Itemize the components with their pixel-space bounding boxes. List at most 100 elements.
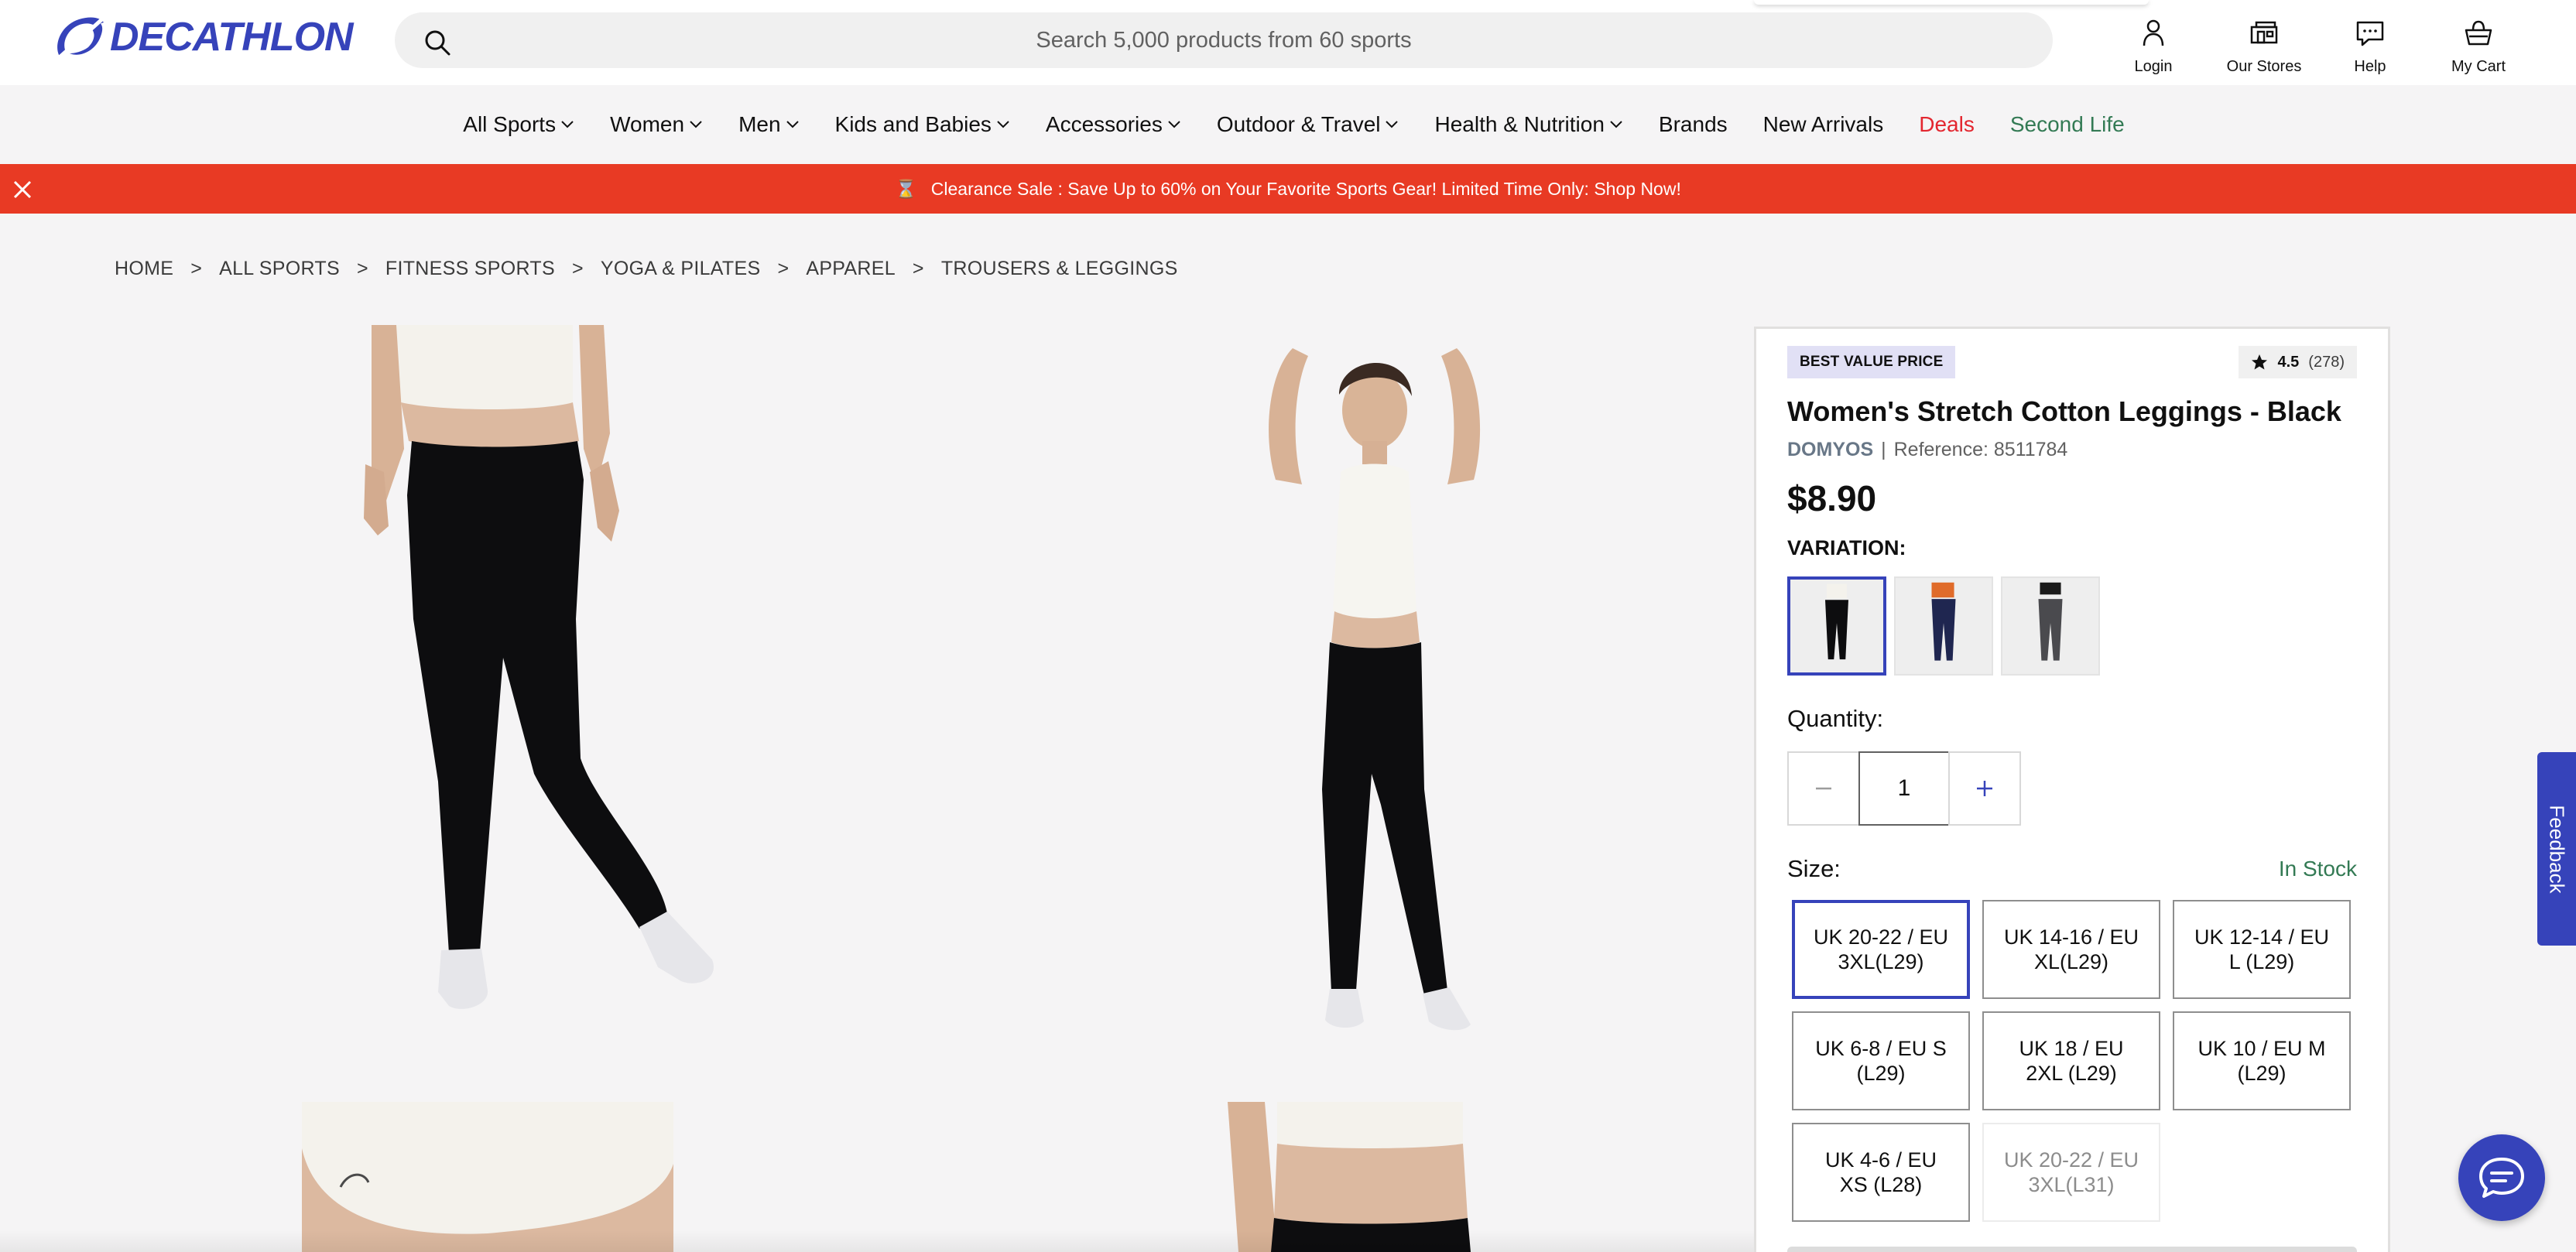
decathlon-logo[interactable]: DECATHLON [53,12,354,62]
size-option[interactable]: UK 6-8 / EU S (L29) [1792,1011,1970,1110]
nav-item-new-arrivals[interactable]: New Arrivals [1745,112,1902,137]
my-cart-button[interactable]: My Cart [2446,11,2511,76]
chevron-down-icon [997,121,1009,128]
product-title: Women's Stretch Cotton Leggings - Black [1787,395,2341,427]
our-stores-label: Our Stores [2226,58,2302,75]
chevron-down-icon [1610,121,1622,128]
search-input[interactable] [395,12,2053,68]
stock-status: In Stock [2278,857,2357,881]
user-icon [2143,19,2164,46]
feedback-tab[interactable]: Feedback [2537,752,2576,946]
size-label: Size: [1787,855,1841,882]
size-option-unavailable[interactable]: UK 20-22 / EU 3XL(L31) [1982,1123,2160,1222]
breadcrumb-separator: > [571,257,584,279]
increase-quantity-button[interactable] [1948,751,2021,826]
variant-thumbnail [2002,578,2098,674]
hourglass-icon: ⌛ [895,178,917,199]
decathlon-logo-icon [57,16,105,58]
variant-thumbnail [1790,580,1883,672]
main-navigation: All Sports Women Men Kids and Babies Acc… [0,85,2576,164]
nav-label: Brands [1658,112,1728,136]
login-button[interactable]: Login [2130,11,2177,76]
promo-text: Clearance Sale : Save Up to 60% on Your … [930,178,1681,199]
separator: | [1881,439,1886,460]
size-option[interactable]: UK 12-14 / EU L (L29) [2173,900,2351,999]
scroll-fade [0,1230,1754,1252]
plus-icon [1977,781,1992,796]
search-bar[interactable] [395,12,2053,68]
brand-link[interactable]: DOMYOS [1787,439,1873,461]
nav-label: Second Life [2009,112,2125,136]
logo-text: DECATHLON [110,15,354,60]
nav-label: All Sports [463,112,557,136]
help-label: Help [2354,58,2386,75]
quantity-input[interactable] [1858,751,1950,826]
variant-thumbnail [1896,578,1992,674]
size-option[interactable]: UK 10 / EU M (L29) [2173,1011,2351,1110]
product-image-full-body[interactable] [1084,325,1703,1083]
chat-bubble-icon [2356,21,2384,46]
chevron-down-icon [561,121,574,128]
close-icon[interactable] [12,180,33,200]
chevron-down-icon [1386,121,1399,128]
product-info-panel: BEST VALUE PRICE 4.5 (278) Women's Stret… [1754,327,2390,1252]
chat-button[interactable] [2458,1134,2545,1221]
decrease-quantity-button[interactable] [1787,751,1860,826]
brand-reference-line: DOMYOS | Reference: 8511784 [1787,439,2067,461]
product-image-detail-back[interactable] [1084,1102,1703,1252]
nav-label: Accessories [1045,112,1163,136]
chat-icon [2479,1158,2524,1198]
variant-black[interactable] [1787,576,1886,676]
breadcrumb: HOME > ALL SPORTS > FITNESS SPORTS > YOG… [115,255,1178,282]
nav-item-outdoor-travel[interactable]: Outdoor & Travel [1199,112,1417,137]
variant-grey[interactable] [2001,576,2100,676]
feedback-label: Feedback [2545,804,2569,894]
promo-banner[interactable]: ⌛ Clearance Sale : Save Up to 60% on You… [0,164,2576,214]
nav-label: Deals [1919,112,1975,136]
nav-label: Kids and Babies [834,112,992,136]
breadcrumb-apparel[interactable]: APPAREL [806,258,896,280]
product-image-detail-waist[interactable] [116,1102,890,1252]
quantity-label: Quantity: [1787,705,1884,732]
nav-label: Men [738,112,781,136]
product-photo [1084,1102,1703,1252]
nav-item-accessories[interactable]: Accessories [1028,112,1199,137]
size-option[interactable]: UK 4-6 / EU XS (L28) [1792,1123,1970,1222]
help-button[interactable]: Help [2350,11,2390,76]
breadcrumb-separator: > [912,257,924,279]
nav-label: Health & Nutrition [1434,112,1605,136]
rating-score: 4.5 [2277,353,2300,371]
star-icon [2252,354,2268,370]
size-option[interactable]: UK 18 / EU 2XL (L29) [1982,1011,2160,1110]
nav-item-brands[interactable]: Brands [1641,112,1745,137]
our-stores-button[interactable]: Our Stores [2223,11,2305,76]
breadcrumb-trousers-leggings[interactable]: TROUSERS & LEGGINGS [941,258,1178,280]
nav-item-deals[interactable]: Deals [1901,112,1992,137]
product-photo [116,1102,890,1252]
breadcrumb-home[interactable]: HOME [115,258,173,280]
site-header: DECATHLON Login Our Stores He [0,0,2576,85]
breadcrumb-fitness-sports[interactable]: FITNESS SPORTS [385,258,555,280]
quantity-stepper [1787,751,2021,826]
product-image-front[interactable] [116,325,890,1083]
breadcrumb-separator: > [190,257,203,279]
nav-item-men[interactable]: Men [721,112,817,137]
dropdown-edge [1754,0,2149,5]
nav-item-health-nutrition[interactable]: Health & Nutrition [1416,112,1640,137]
nav-item-kids-and-babies[interactable]: Kids and Babies [817,112,1028,137]
size-option[interactable]: UK 20-22 / EU 3XL(L29) [1792,900,1970,999]
variant-selector [1787,576,2100,676]
login-label: Login [2134,58,2173,75]
rating-summary[interactable]: 4.5 (278) [2239,346,2357,378]
product-price: $8.90 [1787,478,1877,518]
breadcrumb-yoga-pilates[interactable]: YOGA & PILATES [601,258,761,280]
nav-item-women[interactable]: Women [592,112,721,137]
size-option[interactable]: UK 14-16 / EU XL(L29) [1982,900,2160,999]
minus-icon [1816,787,1831,790]
variant-navy[interactable] [1894,576,1993,676]
chevron-down-icon [690,121,702,128]
variation-label: VARIATION: [1787,536,1906,559]
nav-item-all-sports[interactable]: All Sports [445,112,592,137]
nav-item-second-life[interactable]: Second Life [1992,112,2143,137]
breadcrumb-all-sports[interactable]: ALL SPORTS [219,258,340,280]
